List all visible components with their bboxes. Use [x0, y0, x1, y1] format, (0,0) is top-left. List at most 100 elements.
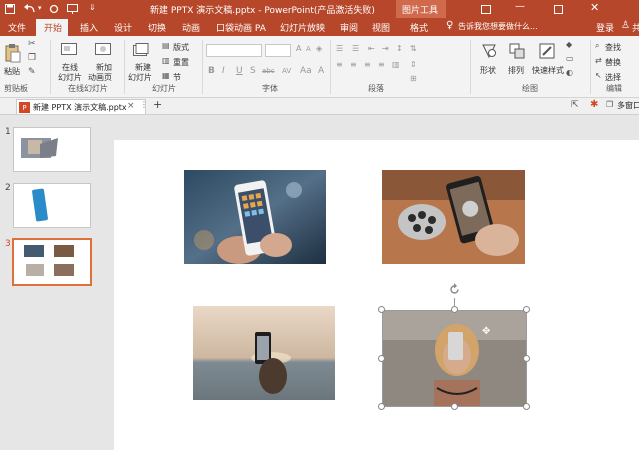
new-anim-slides-icon[interactable]: [94, 42, 112, 58]
format-painter-icon[interactable]: ✎: [28, 67, 36, 77]
login-button[interactable]: 登录: [596, 21, 614, 34]
reset-button[interactable]: 重置: [173, 57, 189, 68]
tab-design[interactable]: 设计: [114, 21, 132, 34]
tab-view[interactable]: 视图: [372, 21, 390, 34]
grow-font-icon[interactable]: A: [296, 44, 301, 53]
arrange-button[interactable]: 排列: [508, 65, 524, 76]
paste-icon[interactable]: [4, 42, 22, 64]
maximize-icon[interactable]: [552, 3, 564, 15]
document-tab[interactable]: P 新建 PPTX 演示文稿.pptx ×: [16, 99, 146, 114]
underline-button[interactable]: U: [236, 66, 243, 76]
resize-handle-sw[interactable]: [378, 403, 385, 410]
section-button[interactable]: 节: [173, 72, 181, 83]
new-slide-icon[interactable]: [132, 42, 150, 58]
tell-me-input[interactable]: 告诉我您想要做什么...: [458, 21, 538, 32]
layout-button[interactable]: 版式: [173, 42, 189, 53]
bold-button[interactable]: B: [208, 66, 215, 76]
tab-menu-icon[interactable]: ⋮: [140, 100, 148, 109]
shape-effects-icon[interactable]: ◐: [566, 68, 573, 77]
align-left-icon[interactable]: ≡: [336, 60, 343, 69]
change-case-button[interactable]: Aa: [300, 66, 312, 76]
columns-icon[interactable]: ▥: [392, 60, 400, 69]
tab-insert[interactable]: 插入: [80, 21, 98, 34]
add-tab-button[interactable]: +: [153, 98, 162, 111]
new-slide-label-2[interactable]: 幻灯片: [128, 72, 152, 83]
resize-handle-n[interactable]: [451, 306, 458, 313]
quick-styles-icon[interactable]: [538, 42, 556, 60]
char-spacing-button[interactable]: AV: [282, 67, 291, 75]
tab-home[interactable]: 开始: [44, 21, 62, 34]
resize-handle-nw[interactable]: [378, 306, 385, 313]
slide[interactable]: ✥: [114, 140, 639, 450]
select-icon[interactable]: ↖: [595, 71, 602, 80]
find-button[interactable]: 查找: [605, 42, 621, 53]
font-size-dropdown[interactable]: [265, 44, 291, 57]
phone-photo-1[interactable]: [184, 170, 326, 264]
multi-window-label[interactable]: 多窗口: [617, 100, 639, 111]
search-icon[interactable]: ⌕: [595, 41, 599, 51]
document-tab-close[interactable]: ×: [127, 101, 135, 111]
shape-outline-icon[interactable]: ▭: [566, 54, 574, 63]
multi-window-icon[interactable]: ❐: [606, 100, 613, 109]
font-name-dropdown[interactable]: [206, 44, 262, 57]
gear-icon[interactable]: ✱: [590, 99, 598, 110]
slide-thumbnail-1[interactable]: [13, 127, 91, 172]
phone-photo-3[interactable]: [193, 306, 335, 400]
resize-handle-s[interactable]: [451, 403, 458, 410]
slideshow-icon[interactable]: [66, 3, 78, 15]
shrink-font-icon[interactable]: A: [306, 45, 311, 53]
line-spacing-icon[interactable]: ↕: [396, 44, 403, 53]
resize-handle-ne[interactable]: [523, 306, 530, 313]
bullets-icon[interactable]: ☰: [336, 44, 343, 53]
slide-thumbnail-2[interactable]: [13, 183, 91, 228]
user-icon[interactable]: ♙: [621, 20, 630, 31]
tab-file[interactable]: 文件: [8, 21, 26, 34]
copy-icon[interactable]: ❐: [28, 53, 36, 63]
share-button[interactable]: 共: [632, 21, 639, 34]
align-text-icon[interactable]: ⇕: [410, 60, 417, 69]
select-button[interactable]: 选择: [605, 72, 621, 83]
customize-qat-icon[interactable]: ⇓: [89, 3, 96, 12]
new-anim-slides-label-2[interactable]: 动画页: [88, 72, 112, 83]
paste-label[interactable]: 粘贴: [4, 66, 20, 77]
tab-format[interactable]: 格式: [410, 21, 428, 34]
tab-slideshow[interactable]: 幻灯片放映: [280, 21, 325, 34]
tab-review[interactable]: 审阅: [340, 21, 358, 34]
ribbon-display-icon[interactable]: [480, 3, 492, 15]
save-icon[interactable]: [4, 3, 16, 15]
resize-handle-w[interactable]: [378, 355, 385, 362]
decrease-indent-icon[interactable]: ⇤: [368, 44, 375, 53]
undo-dropdown-icon[interactable]: ▾: [38, 4, 42, 12]
arrange-icon[interactable]: [508, 42, 526, 60]
close-icon[interactable]: ✕: [590, 1, 599, 14]
slide-thumbnail-3[interactable]: [12, 238, 92, 286]
justify-icon[interactable]: ≡: [378, 60, 385, 69]
online-slides-icon[interactable]: [60, 42, 78, 58]
shapes-icon[interactable]: [480, 42, 498, 60]
replace-icon[interactable]: ⇄: [595, 56, 602, 65]
cut-icon[interactable]: ✂: [28, 39, 36, 49]
redo-icon[interactable]: [48, 3, 60, 15]
text-direction-icon[interactable]: ⇅: [410, 44, 417, 53]
replace-button[interactable]: 替换: [605, 57, 621, 68]
phone-photo-2[interactable]: [382, 170, 525, 264]
increase-indent-icon[interactable]: ⇥: [382, 44, 389, 53]
resize-handle-se[interactable]: [523, 403, 530, 410]
font-color-button[interactable]: A: [318, 66, 324, 76]
align-center-icon[interactable]: ≡: [350, 60, 357, 69]
minimize-icon[interactable]: —: [515, 1, 525, 12]
italic-button[interactable]: I: [222, 66, 225, 76]
quick-styles-button[interactable]: 快速样式: [532, 65, 564, 76]
section-icon[interactable]: ▦: [162, 71, 170, 80]
strikethrough-button[interactable]: S: [250, 66, 256, 76]
smartart-icon[interactable]: ⊞: [410, 74, 417, 83]
online-slides-label-2[interactable]: 幻灯片: [58, 72, 82, 83]
shapes-button[interactable]: 形状: [480, 65, 496, 76]
tab-transitions[interactable]: 切换: [148, 21, 166, 34]
tab-animations[interactable]: 动画: [182, 21, 200, 34]
resize-handle-e[interactable]: [523, 355, 530, 362]
align-right-icon[interactable]: ≡: [364, 60, 371, 69]
pin-icon[interactable]: ⇱: [571, 100, 579, 110]
tab-pocket-animation[interactable]: 口袋动画 PA: [216, 21, 266, 34]
undo-icon[interactable]: [24, 3, 36, 15]
